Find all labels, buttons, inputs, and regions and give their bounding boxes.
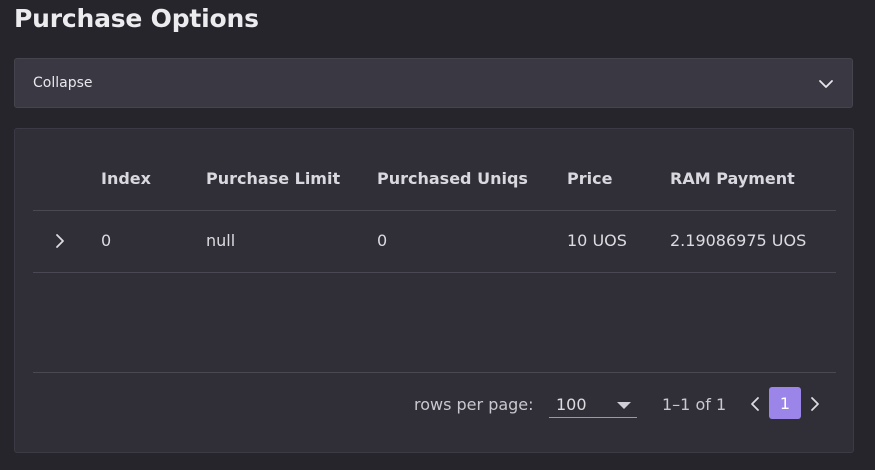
collapse-toggle[interactable]: Collapse bbox=[14, 58, 853, 108]
table-row[interactable]: 0 null 0 10 UOS 2.19086975 UOS bbox=[33, 211, 836, 273]
page-button-current[interactable]: 1 bbox=[769, 387, 801, 419]
chevron-down-icon bbox=[819, 80, 833, 88]
pagination-range: 1–1 of 1 bbox=[662, 395, 727, 414]
purchase-options-table: Index Purchase Limit Purchased Uniqs Pri… bbox=[14, 128, 854, 453]
page-number: 1 bbox=[779, 394, 791, 413]
column-header-purchase-limit[interactable]: Purchase Limit bbox=[206, 169, 340, 188]
column-header-ram-payment[interactable]: RAM Payment bbox=[670, 169, 795, 188]
rows-per-page-value: 100 bbox=[556, 395, 587, 414]
footer-divider bbox=[33, 372, 836, 373]
chevron-right-icon[interactable] bbox=[51, 231, 69, 251]
column-header-purchased-uniqs[interactable]: Purchased Uniqs bbox=[377, 169, 528, 188]
cell-purchase-limit: null bbox=[206, 231, 236, 250]
cell-index: 0 bbox=[101, 231, 112, 250]
chevron-right-icon[interactable] bbox=[807, 394, 823, 414]
page-title: Purchase Options bbox=[14, 4, 259, 33]
rows-per-page-label: rows per page: bbox=[414, 395, 534, 414]
cell-purchased-uniqs: 0 bbox=[377, 231, 388, 250]
column-header-index[interactable]: Index bbox=[101, 169, 151, 188]
collapse-label: Collapse bbox=[33, 75, 93, 91]
page: Purchase Options Collapse Index Purchase… bbox=[0, 0, 875, 470]
chevron-left-icon[interactable] bbox=[747, 394, 763, 414]
caret-down-icon bbox=[617, 402, 631, 409]
cell-price: 10 UOS bbox=[567, 231, 627, 250]
rows-per-page-select[interactable]: 100 bbox=[549, 391, 637, 418]
column-header-price[interactable]: Price bbox=[567, 169, 612, 188]
cell-ram-payment: 2.19086975 UOS bbox=[670, 231, 807, 250]
table-header: Index Purchase Limit Purchased Uniqs Pri… bbox=[33, 129, 836, 211]
